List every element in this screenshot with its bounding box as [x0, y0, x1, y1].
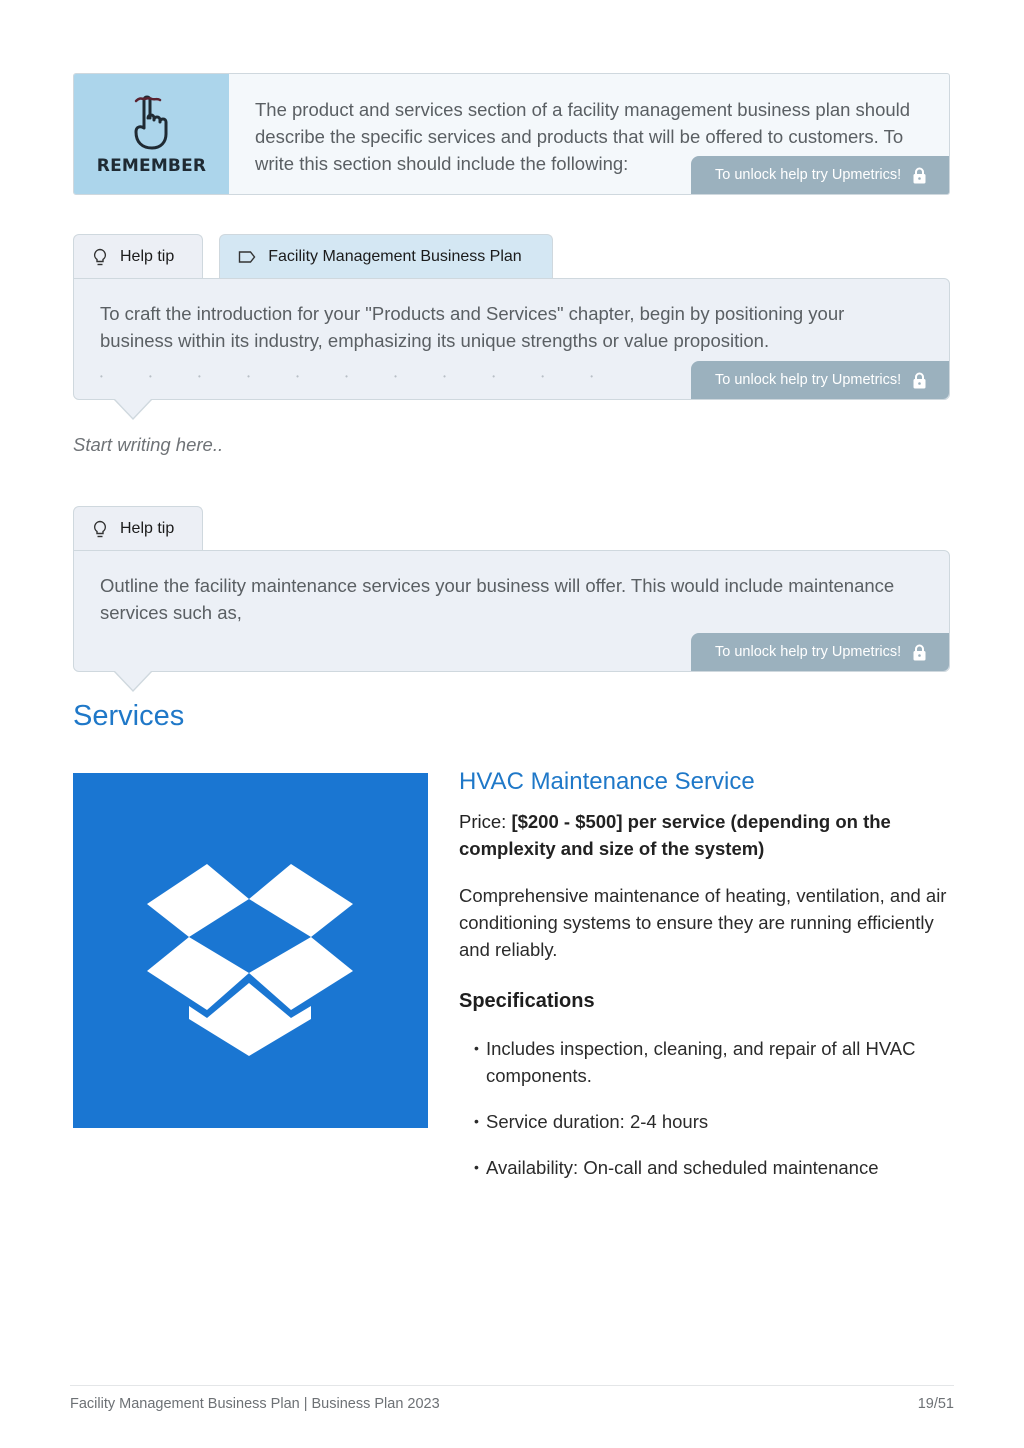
- remember-badge: REMEMBER: [74, 74, 229, 194]
- footer-title: Facility Management Business Plan | Busi…: [70, 1396, 440, 1412]
- help-tip-text: To craft the introduction for your "Prod…: [100, 303, 845, 351]
- page-number: 19/51: [917, 1396, 954, 1412]
- price-value: [$200 - $500] per service (depending on …: [459, 811, 891, 859]
- tab-help-tip[interactable]: Help tip: [73, 234, 204, 279]
- tab-facility-management-business-plan[interactable]: Facility Management Business Plan: [219, 234, 553, 279]
- help-tip-box: To craft the introduction for your "Prod…: [73, 278, 950, 420]
- specifications-heading: Specifications: [459, 990, 595, 1012]
- tab-label: Facility Management Business Plan: [268, 248, 522, 265]
- product-description: Comprehensive maintenance of heating, ve…: [459, 885, 947, 960]
- unlock-upmetrics-button[interactable]: To unlock help try Upmetrics!: [691, 156, 949, 194]
- tip-pointer: [114, 671, 152, 692]
- finger-string-reminder-icon: [134, 95, 167, 150]
- list-item: Availability: On-call and scheduled main…: [474, 1154, 949, 1181]
- editor-placeholder[interactable]: Start writing here..: [73, 434, 223, 456]
- tab-label: Help tip: [120, 248, 175, 265]
- section-title: Services: [73, 700, 185, 732]
- lightbulb-icon: [93, 520, 107, 538]
- unlock-upmetrics-button[interactable]: To unlock help try Upmetrics!: [691, 633, 949, 671]
- open-box-icon: [147, 864, 353, 1056]
- unlock-label: To unlock help try Upmetrics!: [715, 167, 902, 183]
- unlock-upmetrics-button[interactable]: To unlock help try Upmetrics!: [691, 361, 949, 399]
- tip2-tabs: Help tip: [73, 506, 204, 551]
- product-price: Price: [$200 - $500] per service (depend…: [459, 808, 949, 862]
- unlock-label: To unlock help try Upmetrics!: [715, 644, 902, 660]
- lock-icon: [913, 644, 926, 660]
- product-card: HVAC Maintenance Service Price: [$200 - …: [459, 766, 949, 1200]
- tab-help-tip[interactable]: Help tip: [73, 506, 204, 551]
- remember-callout: REMEMBER The product and services sectio…: [73, 73, 950, 195]
- list-item: Service duration: 2-4 hours: [474, 1108, 949, 1135]
- remember-label: REMEMBER: [96, 156, 207, 176]
- help-tip-text: Outline the facility maintenance service…: [100, 575, 895, 623]
- lightbulb-icon: [93, 248, 107, 266]
- blurred-text: • • • • • • • • • • • • • • • • • • • • …: [100, 372, 616, 378]
- unlock-label: To unlock help try Upmetrics!: [715, 372, 902, 388]
- product-name: HVAC Maintenance Service: [459, 768, 755, 795]
- tip-pointer: [114, 399, 152, 420]
- help-tip-box: Outline the facility maintenance service…: [73, 550, 950, 692]
- tip1-tabs: Help tip Facility Management Business Pl…: [73, 234, 553, 279]
- product-image: [73, 773, 428, 1128]
- specifications-list: Includes inspection, cleaning, and repai…: [459, 1035, 949, 1181]
- lock-icon: [913, 167, 926, 183]
- footer-divider: [70, 1385, 954, 1386]
- tag-icon: [239, 251, 256, 263]
- price-label: Price:: [459, 811, 507, 832]
- lock-icon: [913, 372, 926, 388]
- tab-label: Help tip: [120, 520, 175, 537]
- list-item: Includes inspection, cleaning, and repai…: [474, 1035, 949, 1089]
